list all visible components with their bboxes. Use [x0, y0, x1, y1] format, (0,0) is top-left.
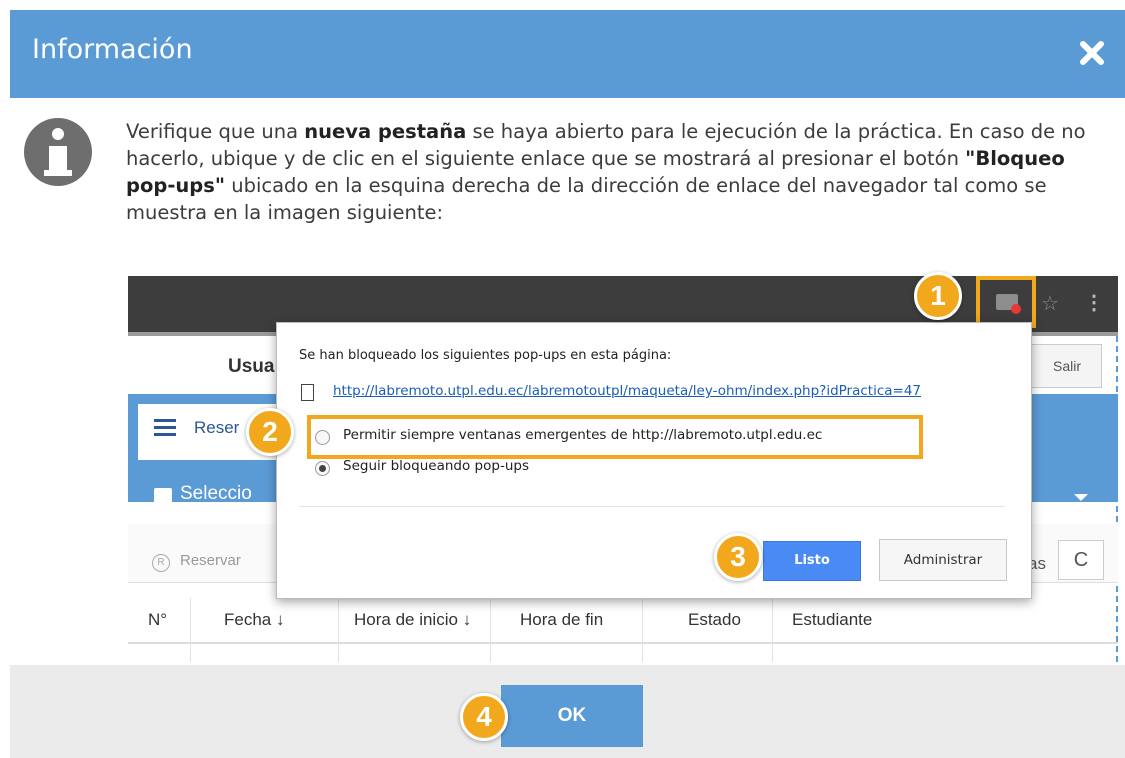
tab-reservations-label: Reser: [194, 418, 240, 437]
blocked-popup-link[interactable]: http://labremoto.utpl.edu.ec/labremotout…: [333, 383, 921, 399]
dialog-title: Información: [32, 34, 193, 65]
allow-popups-radio[interactable]: [315, 430, 330, 445]
step-badge-1: 1: [914, 272, 962, 320]
keep-blocking-label[interactable]: Seguir bloqueando pop-ups: [343, 458, 529, 474]
logout-button[interactable]: Salir: [1024, 344, 1102, 388]
column-header[interactable]: Estudiante: [792, 610, 872, 630]
keep-blocking-radio[interactable]: [315, 461, 330, 476]
logout-label: Salir: [1053, 358, 1082, 374]
column-label: Hora de inicio: [354, 610, 458, 629]
step-badge-2: 2: [246, 408, 294, 456]
information-dialog: Información Verifique que una nueva pest…: [0, 0, 1125, 758]
popup-heading: Se han bloqueado los siguientes pop-ups …: [299, 348, 672, 363]
list-icon: [154, 419, 176, 437]
message-bold-new-tab: nueva pestaña: [304, 120, 467, 143]
ok-button[interactable]: OK: [501, 685, 643, 747]
chevron-down-icon[interactable]: [1074, 494, 1088, 501]
reserve-icon: R: [152, 554, 170, 572]
message-text: ubicado en la esquina derecha de la dire…: [126, 174, 1047, 224]
column-divider: [642, 598, 643, 662]
info-icon: [24, 118, 92, 186]
step-badge-3: 3: [714, 533, 762, 581]
done-button[interactable]: Listo: [763, 541, 861, 581]
column-divider: [772, 598, 773, 662]
sort-icon: ↓: [275, 610, 285, 629]
column-header[interactable]: Hora de fin: [520, 610, 603, 630]
column-divider: [190, 598, 191, 662]
popup-blocked-bubble: Se han bloqueado los siguientes pop-ups …: [276, 322, 1032, 599]
step-badge-4: 4: [460, 693, 508, 741]
sort-icon: ↓: [462, 610, 472, 629]
column-header[interactable]: Estado: [688, 610, 741, 630]
document-icon: [301, 384, 314, 401]
calendar-icon: [154, 488, 172, 505]
user-label: Usua: [228, 356, 275, 377]
message-text: Verifique que una: [126, 120, 305, 143]
close-icon[interactable]: [1077, 38, 1107, 68]
popup-blocked-icon: [996, 294, 1021, 314]
column-header[interactable]: N°: [148, 610, 167, 630]
column-divider: [338, 598, 339, 662]
more-vert-icon[interactable]: ⋮: [1084, 290, 1104, 315]
reserve-button[interactable]: Reservar: [180, 552, 241, 569]
manage-button[interactable]: Administrar: [879, 539, 1007, 581]
refresh-button[interactable]: C: [1058, 540, 1104, 580]
popup-divider: [299, 506, 1005, 507]
star-icon[interactable]: ☆: [1041, 291, 1059, 316]
select-label: Seleccio: [180, 483, 252, 504]
allow-popups-label[interactable]: Permitir siempre ventanas emergentes de …: [343, 427, 822, 443]
popup-blocked-button[interactable]: [976, 276, 1036, 328]
column-divider: [490, 598, 491, 662]
table-header: N° Fecha ↓ Hora de inicio ↓ Hora de fin …: [128, 598, 1118, 644]
info-message: Verifique que una nueva pestaña se haya …: [126, 118, 1101, 226]
column-header[interactable]: Fecha ↓: [224, 610, 284, 630]
column-label: Fecha: [224, 610, 272, 629]
column-header[interactable]: Hora de inicio ↓: [354, 610, 471, 630]
dialog-header: Información: [10, 10, 1125, 98]
